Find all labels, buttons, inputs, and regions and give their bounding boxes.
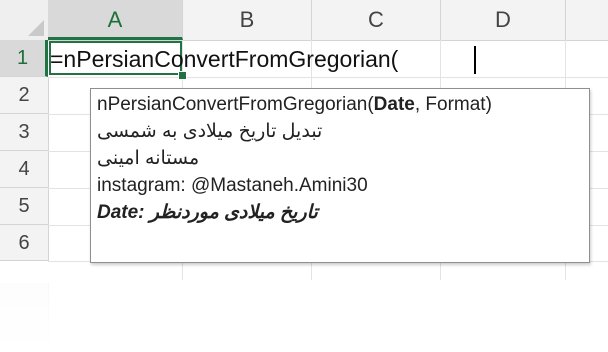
row-header-2[interactable]: 2 [0,77,49,114]
remaining-parameters: , Format) [414,94,492,115]
reflection-fade [0,282,608,352]
function-tooltip: nPersianConvertFromGregorian(Date, Forma… [90,88,590,263]
function-name[interactable]: nPersianConvertFromGregorian( [97,94,374,115]
select-all-triangle-icon [28,20,44,36]
cell-a1-formula[interactable]: =nPersianConvertFromGregorian( [50,42,398,76]
column-header-a[interactable]: A [48,0,183,40]
row-header-1[interactable]: 1 [0,40,48,77]
column-header-bar: A B C D [0,0,608,41]
function-description: تبدیل تاریخ میلادی به شمسی [97,121,323,142]
select-all-button[interactable] [0,0,49,40]
row-header-4[interactable]: 4 [0,151,49,188]
function-signature: nPersianConvertFromGregorian(Date, Forma… [97,91,583,118]
gridline [48,77,608,78]
column-header-b[interactable]: B [183,0,312,40]
author-name: مستانه امینی [97,148,200,169]
spreadsheet: A B C D 1 2 3 4 5 6 =nPersianConvertFrom… [0,0,608,352]
active-parameter[interactable]: Date [374,94,415,115]
column-header-c[interactable]: C [312,0,441,40]
column-header-e-partial[interactable] [566,0,608,40]
author-instagram: instagram: @Mastaneh.Amini30 [97,175,368,196]
text-caret [474,46,476,74]
parameter-description: Date: تاریخ میلادی موردنظر [97,202,318,223]
row-header-5[interactable]: 5 [0,188,49,225]
row-header-6[interactable]: 6 [0,225,49,261]
row-header-3[interactable]: 3 [0,114,49,151]
column-header-d[interactable]: D [441,0,566,40]
